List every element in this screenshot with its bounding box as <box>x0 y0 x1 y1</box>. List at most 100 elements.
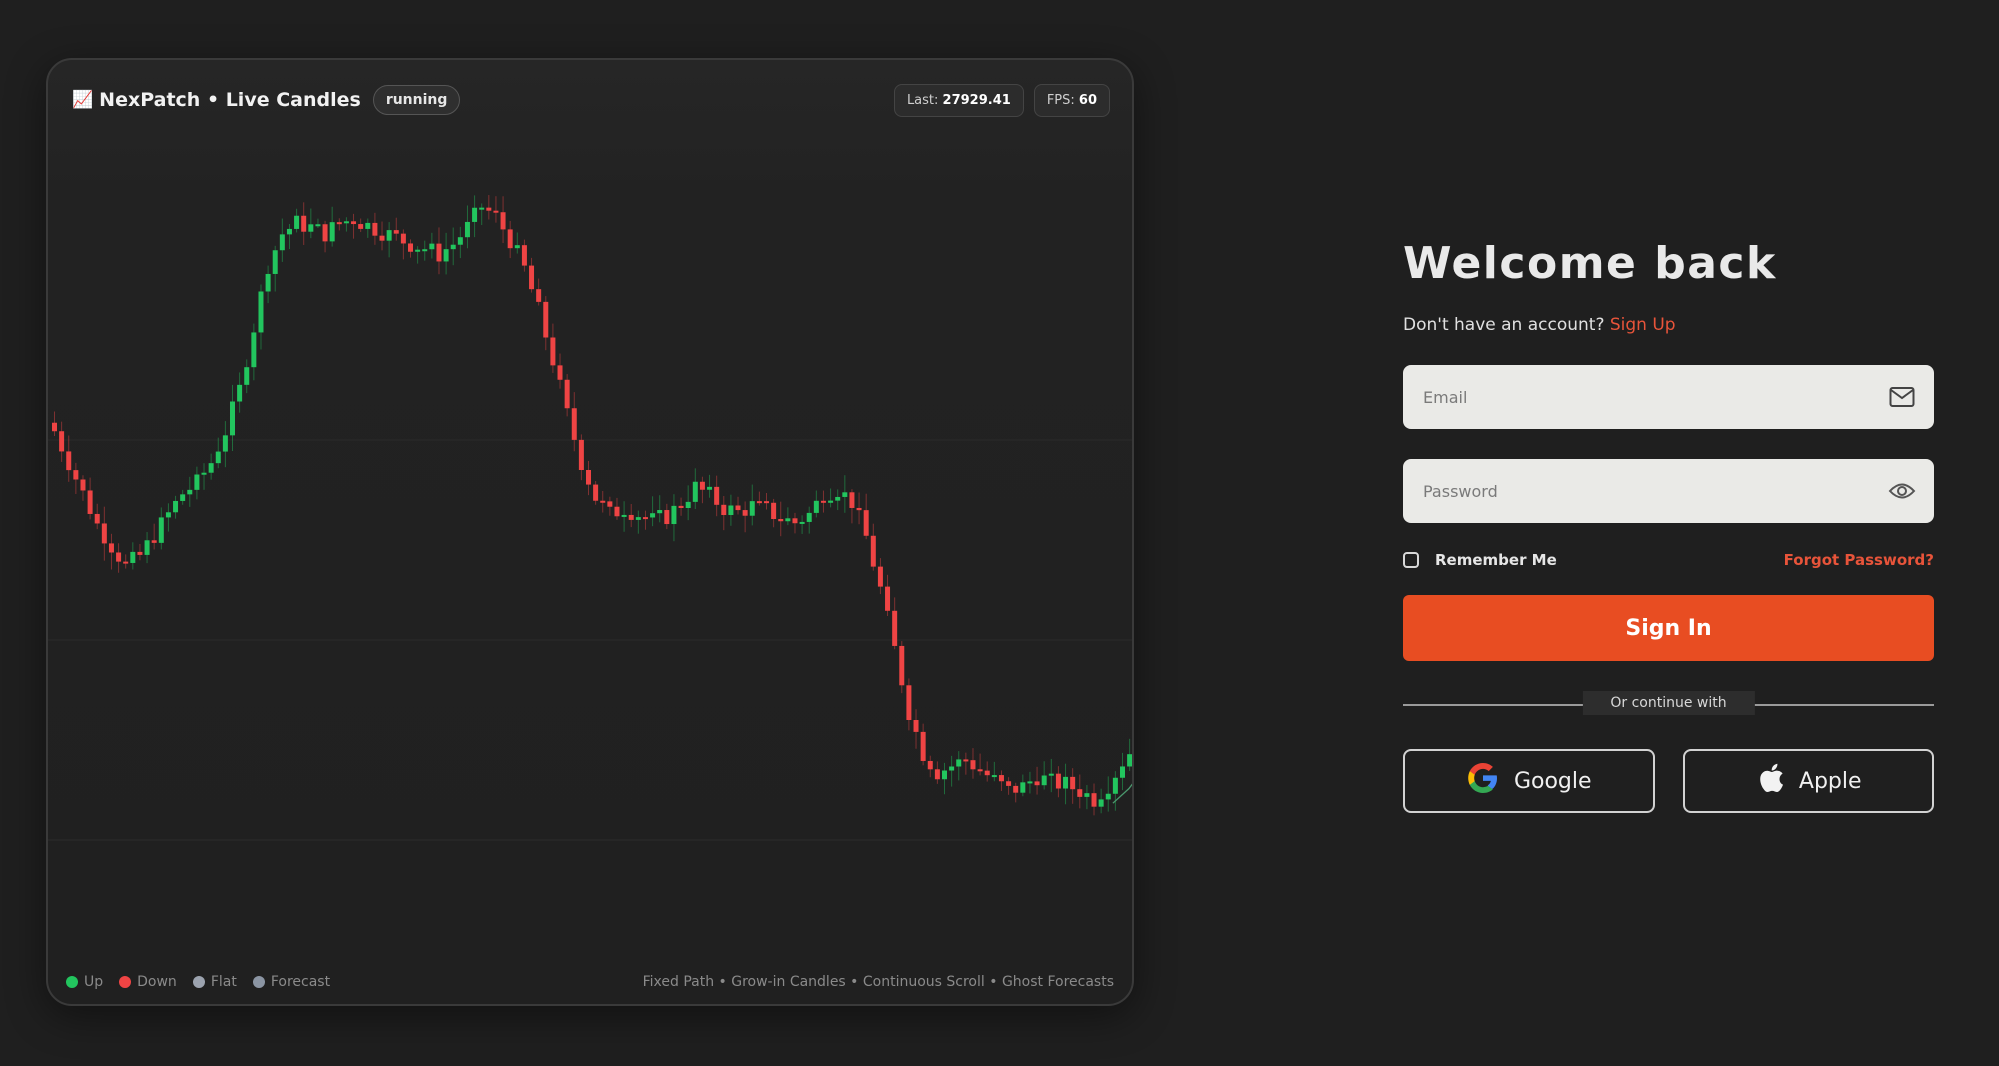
legend-label: Up <box>84 974 104 990</box>
legend-item-forecast: Forecast <box>252 974 331 990</box>
google-label: Google <box>1513 768 1592 794</box>
remember-me-checkbox[interactable] <box>1403 552 1419 568</box>
candle-up <box>1127 754 1132 767</box>
candle-down <box>870 535 876 567</box>
candle-down <box>771 502 777 520</box>
mail-icon <box>1888 383 1916 411</box>
candle-up <box>635 517 641 520</box>
candle-down <box>642 517 648 520</box>
candle-up <box>785 518 791 522</box>
candle-up <box>208 463 214 473</box>
candle-down <box>1091 793 1097 807</box>
candle-down <box>379 235 385 241</box>
forgot-password-link[interactable]: Forgot Password? <box>1784 551 1934 569</box>
candle-down <box>614 506 620 517</box>
candle-up <box>329 222 335 242</box>
candle-up <box>835 496 841 501</box>
candle-down <box>877 566 883 587</box>
candle-up <box>1041 775 1047 786</box>
candle-down <box>393 230 399 234</box>
candle-down <box>408 243 413 252</box>
candle-up <box>343 221 349 224</box>
candle-down <box>885 586 891 611</box>
chart-title-text: NexPatch • Live Candles <box>99 89 361 111</box>
candle-down <box>578 439 584 471</box>
eye-icon[interactable] <box>1888 477 1916 505</box>
candle-down <box>934 769 940 780</box>
candle-up <box>158 517 164 543</box>
candle-up <box>813 500 819 513</box>
candle-down <box>998 775 1004 782</box>
candle-up <box>429 243 435 250</box>
candle-up <box>1112 777 1118 794</box>
candle-up <box>942 770 947 780</box>
candle-down <box>1070 776 1076 790</box>
google-button[interactable]: Google <box>1403 749 1655 813</box>
candle-down <box>1034 781 1040 786</box>
last-price-stat: Last: 27929.41 <box>893 83 1024 117</box>
candle-up <box>1020 782 1026 793</box>
candle-down <box>1077 789 1083 797</box>
candle-down <box>849 492 855 508</box>
social-buttons: Google Apple <box>1403 749 1934 813</box>
email-field[interactable] <box>1421 386 1888 408</box>
candle-down <box>607 501 613 507</box>
candle-down <box>1055 773 1061 789</box>
legend-item-up: Up <box>66 974 103 990</box>
candle-up <box>621 514 627 517</box>
signup-link[interactable]: Sign Up <box>1610 315 1676 335</box>
candle-down <box>400 233 406 244</box>
candle-down <box>963 759 969 762</box>
candle-down <box>600 500 606 503</box>
candle-up <box>308 224 314 232</box>
candle-up <box>949 766 955 771</box>
sign-in-button[interactable]: Sign In <box>1403 595 1934 661</box>
candle-down <box>678 505 684 509</box>
apple-button[interactable]: Apple <box>1682 749 1934 813</box>
legend-label: Down <box>137 974 177 990</box>
last-price-value: 27929.41 <box>942 92 1011 108</box>
password-field[interactable] <box>1421 480 1888 502</box>
candle-down <box>372 222 378 236</box>
candle-down <box>94 513 100 524</box>
candle-up <box>1063 776 1069 789</box>
legend-item-down: Down <box>119 974 177 990</box>
candle-up <box>685 501 691 509</box>
chart-footer-note: Fixed Path • Grow-in Candles • Continuou… <box>642 974 1114 990</box>
candle-down <box>856 507 862 511</box>
candle-up <box>180 494 186 501</box>
candle-up <box>201 472 207 475</box>
candle-down <box>493 210 499 213</box>
fps-label: FPS: <box>1046 92 1075 108</box>
candle-up <box>707 486 713 490</box>
candle-up <box>1105 793 1111 800</box>
candle-down <box>301 215 307 232</box>
candle-down <box>87 490 93 514</box>
candle-down <box>116 552 122 562</box>
candle-down <box>721 504 727 516</box>
apple-icon <box>1755 761 1785 801</box>
candle-down <box>899 645 905 686</box>
fps-stat: FPS: 60 <box>1033 83 1110 117</box>
candle-up <box>187 489 193 495</box>
candle-up <box>991 775 997 778</box>
chart-stats: Last: 27929.41 FPS: 60 <box>893 83 1110 117</box>
candle-down <box>756 501 762 504</box>
candle-up <box>479 207 485 210</box>
email-field-wrapper <box>1403 365 1934 429</box>
candle-up <box>237 384 243 402</box>
apple-label: Apple <box>1798 768 1862 794</box>
candle-down <box>507 229 513 249</box>
candle-down <box>906 685 912 721</box>
candle-down <box>336 222 342 225</box>
password-field-wrapper <box>1403 459 1934 523</box>
candle-down <box>927 760 933 770</box>
legend-label: Forecast <box>270 974 331 990</box>
candle-down <box>984 770 990 776</box>
chart-header: 📈 NexPatch • Live Candles running Last: … <box>48 60 1132 140</box>
candle-up <box>650 513 656 518</box>
candle-down <box>714 486 720 505</box>
candle-chart <box>48 140 1132 930</box>
candle-up <box>457 237 463 245</box>
candle-down <box>543 301 549 338</box>
